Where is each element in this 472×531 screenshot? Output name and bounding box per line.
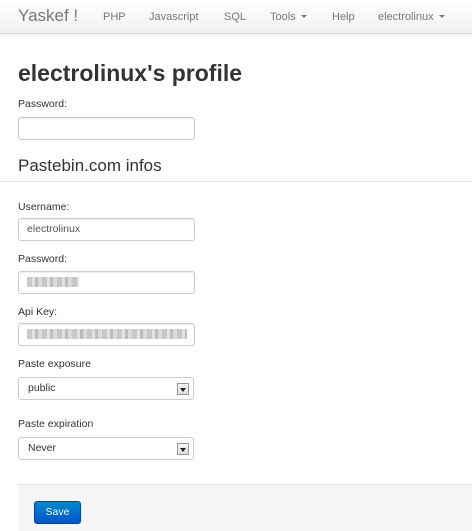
nav-item-label: SQL [224,11,247,23]
pastebin-section-legend: Pastebin.com infos [18,156,162,175]
paste-expiration-value: Never [28,442,57,454]
username-field[interactable]: electrolinux [18,218,195,241]
api-key-label: Api Key: [18,306,58,318]
page-title: electrolinux's profile [18,60,243,86]
paste-exposure-select[interactable]: public [18,377,194,400]
top-navbar: Yaskef ! PHP Javascript SQL Tools Help e… [0,0,472,34]
nav-item-tools[interactable]: Tools [270,10,307,24]
save-button[interactable]: Save [34,501,81,524]
nav-item-php[interactable]: PHP [103,10,126,24]
pastebin-password-field[interactable] [18,271,195,294]
nav-item-help[interactable]: Help [332,10,355,24]
caret-down-icon [438,15,445,18]
nav-item-label: Javascript [149,11,199,23]
password-field[interactable] [18,117,195,140]
pastebin-password-label: Password: [18,253,68,265]
brand-link[interactable]: Yaskef ! [18,6,78,26]
paste-expiration-select[interactable]: Never [18,437,194,460]
paste-expiration-label: Paste expiration [18,418,94,430]
nav-item-label: electrolinux [378,11,434,23]
paste-exposure-value: public [28,382,56,394]
caret-down-icon [300,15,307,18]
nav-item-sql[interactable]: SQL [224,10,246,24]
paste-exposure-label: Paste exposure [18,358,91,370]
nav-item-javascript[interactable]: Javascript [149,10,199,24]
select-arrow-icon [177,443,189,455]
password-label: Password: [18,98,68,110]
username-label: Username: [18,201,70,213]
masked-password-value [27,277,79,288]
nav-item-label: Tools [270,11,296,23]
nav-item-label: Help [332,11,355,23]
api-key-field[interactable] [18,323,195,346]
legend-divider [0,181,472,182]
nav-item-user-menu[interactable]: electrolinux [378,10,445,24]
select-arrow-icon [177,383,189,395]
nav-item-label: PHP [103,11,126,23]
masked-api-key-value [27,329,187,340]
form-actions: Save [18,484,472,531]
